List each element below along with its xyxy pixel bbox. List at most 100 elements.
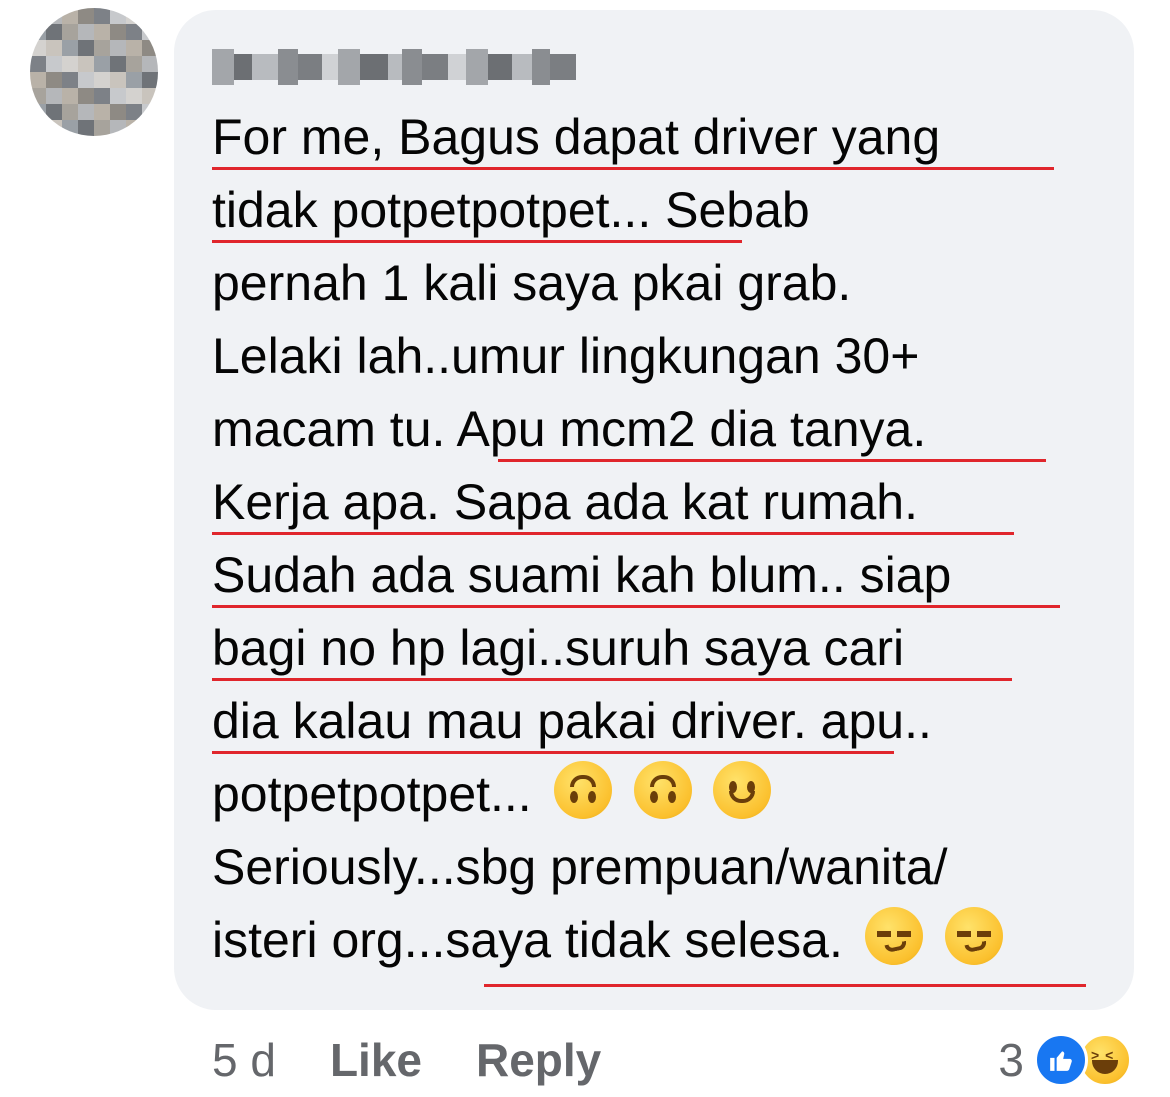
red-underline [212, 605, 1060, 608]
like-reaction-icon [1034, 1033, 1088, 1087]
reaction-count: 3 [998, 1034, 1024, 1086]
avatar-pixel [62, 72, 78, 88]
author-pixel [360, 54, 388, 80]
avatar-pixel [142, 88, 158, 104]
avatar-pixel [110, 104, 126, 120]
avatar-pixel [78, 120, 94, 136]
author-pixel [388, 54, 402, 80]
avatar-pixel [110, 120, 126, 136]
comment-line: Kerja apa. Sapa ada kat rumah. [212, 474, 919, 530]
avatar-pixel [30, 104, 46, 120]
comment-line-with-emojis: isteri org...saya tidak selesa. [212, 905, 1003, 975]
avatar-pixel [46, 88, 62, 104]
avatar-pixel [126, 120, 142, 136]
comment-line-text: isteri org...saya tidak selesa. [212, 912, 843, 968]
avatar-pixel [62, 56, 78, 72]
avatar-pixel [62, 8, 78, 24]
avatar-pixel [46, 8, 62, 24]
comment-line-text: potpetpotpet... [212, 766, 532, 822]
avatar-pixel [110, 24, 126, 40]
avatar-pixel [46, 120, 62, 136]
comment-line: Sudah ada suami kah blum.. siap [212, 547, 952, 603]
comment-line: pernah 1 kali saya pkai grab. [212, 255, 852, 311]
avatar-pixel [94, 72, 110, 88]
avatar-pixel [30, 72, 46, 88]
reaction-summary[interactable]: 3 >< [998, 1030, 1132, 1090]
avatar-pixel [142, 120, 158, 136]
author-pixel [466, 49, 488, 85]
upside-down-face-icon [633, 761, 692, 819]
avatar-pixel [62, 104, 78, 120]
comment-actions: 5 d Like Reply [212, 1030, 601, 1090]
smirking-face-icon [944, 907, 1003, 965]
avatar-pixel [78, 88, 94, 104]
avatar-pixel [126, 24, 142, 40]
avatar-pixel [46, 72, 62, 88]
avatar-pixel [30, 40, 46, 56]
reply-button[interactable]: Reply [476, 1033, 601, 1087]
avatar-pixel [78, 8, 94, 24]
red-underline [212, 167, 1054, 170]
avatar-pixel [30, 120, 46, 136]
smiling-face-icon [713, 761, 772, 819]
avatar-pixel [78, 56, 94, 72]
red-underline [484, 984, 1086, 987]
red-underline [212, 678, 1012, 681]
comment-line: For me, Bagus dapat driver yang [212, 109, 941, 165]
author-pixel [322, 54, 338, 80]
red-underline [498, 459, 1046, 462]
comment-line: bagi no hp lagi..suruh saya cari [212, 620, 905, 676]
avatar-pixel [126, 72, 142, 88]
smirking-face-icon [864, 907, 923, 965]
red-underline [212, 751, 894, 754]
comment-line: Lelaki lah..umur lingkungan 30+ [212, 328, 920, 384]
avatar-pixel [94, 24, 110, 40]
author-pixel [212, 49, 234, 85]
avatar-pixel [126, 40, 142, 56]
avatar-pixel [94, 88, 110, 104]
avatar-pixel [142, 56, 158, 72]
avatar-pixel [62, 88, 78, 104]
comment-line-with-emojis: potpetpotpet... [212, 759, 772, 829]
author-pixel [448, 54, 466, 80]
avatar-pixel [30, 88, 46, 104]
author-pixel [338, 49, 360, 85]
like-button[interactable]: Like [330, 1033, 422, 1087]
author-pixel [550, 54, 576, 80]
avatar-pixel [30, 56, 46, 72]
avatar[interactable] [30, 8, 158, 136]
avatar-pixel [62, 120, 78, 136]
avatar-pixel [46, 104, 62, 120]
avatar-pixel [142, 24, 158, 40]
comment-line: tidak potpetpotpet... Sebab [212, 182, 810, 238]
author-pixel [422, 54, 448, 80]
avatar-pixel [94, 8, 110, 24]
author-pixel [488, 54, 512, 80]
comment-screen: For me, Bagus dapat driver yang tidak po… [0, 0, 1170, 1097]
avatar-pixel [94, 120, 110, 136]
avatar-pixel [110, 8, 126, 24]
red-underline [212, 532, 1014, 535]
avatar-pixel [30, 24, 46, 40]
avatar-pixel [94, 40, 110, 56]
avatar-pixel [78, 24, 94, 40]
avatar-pixel [62, 24, 78, 40]
author-pixel [532, 49, 550, 85]
avatar-pixel [142, 72, 158, 88]
avatar-pixel [126, 88, 142, 104]
avatar-pixel [94, 56, 110, 72]
comment-line: Seriously...sbg prempuan/wanita/ [212, 839, 948, 895]
avatar-pixel [94, 104, 110, 120]
avatar-pixel [126, 104, 142, 120]
avatar-pixel [110, 56, 126, 72]
avatar-pixel [46, 40, 62, 56]
comment-line: macam tu. Apu mcm2 dia tanya. [212, 401, 927, 457]
author-name-blurred[interactable] [212, 42, 578, 92]
avatar-pixel [78, 104, 94, 120]
avatar-pixel [126, 8, 142, 24]
timestamp[interactable]: 5 d [212, 1033, 276, 1087]
avatar-pixel [78, 72, 94, 88]
avatar-pixel [142, 40, 158, 56]
author-pixel [234, 54, 252, 80]
author-pixel [298, 54, 322, 80]
